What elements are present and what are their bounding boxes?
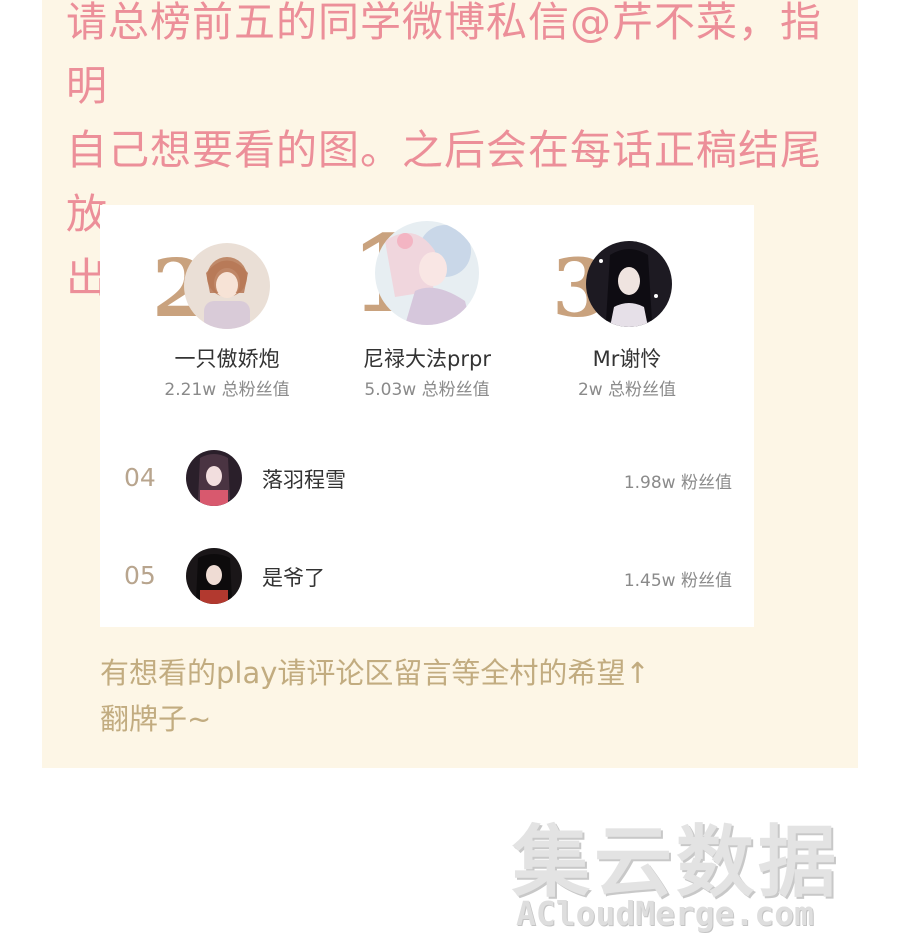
avatar-rank-3[interactable] xyxy=(586,241,672,327)
footer-line-2: 翻牌子~ xyxy=(100,702,212,736)
intro-line-1: 请总榜前五的同学微博私信@芹不菜，指明 xyxy=(66,0,822,110)
leaderboard-card: 2 一只傲娇炮 2.21w 总粉丝值 1 xyxy=(100,205,754,627)
row-name-5: 是爷了 xyxy=(262,566,325,590)
row-name-4: 落羽程雪 xyxy=(262,468,346,492)
row-score-4: 1.98w 粉丝值 xyxy=(623,473,732,493)
nick-rank-2: 一只傲娇炮 xyxy=(174,347,280,371)
footer-line-1: 有想看的play请评论区留言等全村的希望↑ xyxy=(100,656,650,690)
avatar-rank-1[interactable] xyxy=(375,221,479,325)
row-rank-4: 04 xyxy=(124,463,156,492)
row-rank-5: 05 xyxy=(124,561,156,590)
avatar-rank-5[interactable] xyxy=(186,548,242,604)
avatar-rank-2[interactable] xyxy=(184,243,270,329)
nick-rank-1: 尼禄大法prpr xyxy=(363,347,491,371)
watermark-en: ACloudMerge.com xyxy=(516,894,815,933)
score-rank-2: 2.21w 总粉丝值 xyxy=(164,380,290,400)
row-score-5: 1.45w 粉丝值 xyxy=(623,571,732,591)
score-rank-3: 2w 总粉丝值 xyxy=(577,380,677,400)
nick-rank-3: Mr谢怜 xyxy=(592,347,662,371)
footer-note: 有想看的play请评论区留言等全村的希望↑ 翻牌子~ xyxy=(100,650,790,742)
avatar-rank-4[interactable] xyxy=(186,450,242,506)
score-rank-1: 5.03w 总粉丝值 xyxy=(364,380,490,400)
watermark: 集云数据 ACloudMerge.com xyxy=(512,800,892,940)
